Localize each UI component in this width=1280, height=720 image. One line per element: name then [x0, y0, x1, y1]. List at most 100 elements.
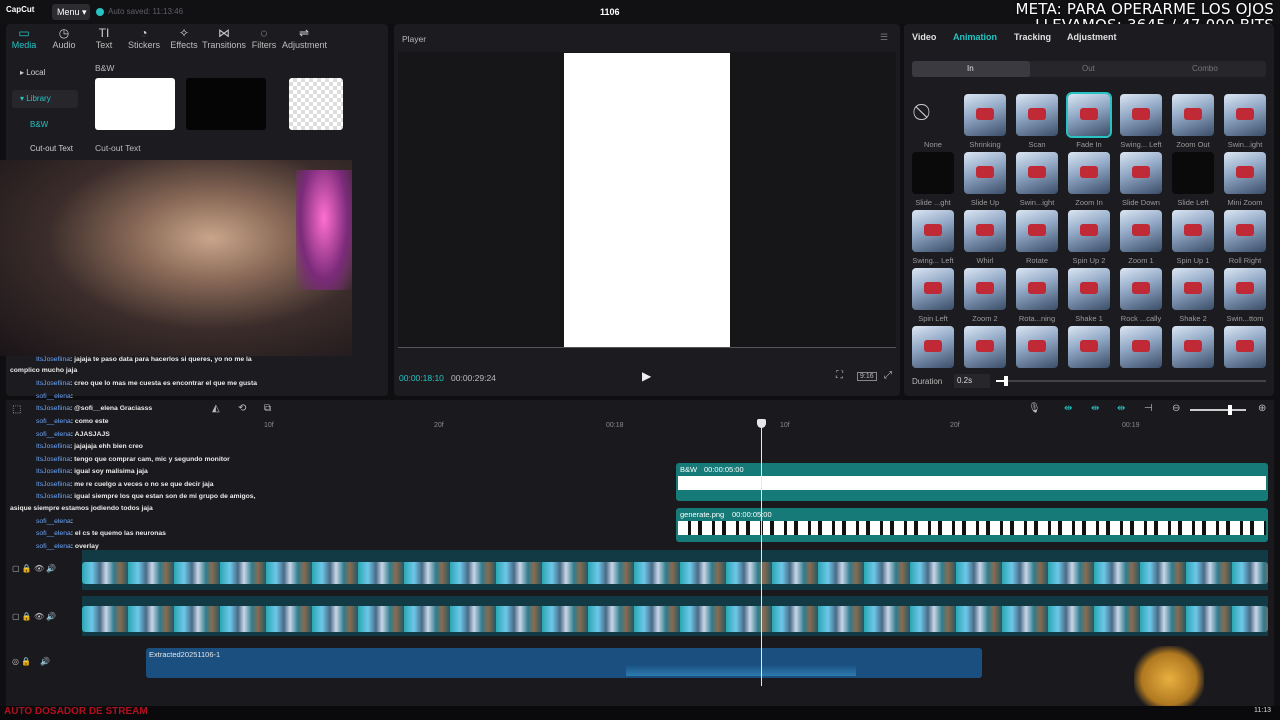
- animation-preset[interactable]: [912, 268, 954, 310]
- zoom-in-icon[interactable]: ⊕: [1258, 403, 1266, 414]
- animation-preset[interactable]: [1068, 268, 1110, 310]
- track-controls-video2[interactable]: ▢ 🔒 👁 🔊: [12, 612, 56, 621]
- animation-preset[interactable]: [1172, 152, 1214, 194]
- player-panel: Player ☰ 00:00:18:10 00:00:29:24 ▶ ⛶ 9:1…: [394, 24, 900, 396]
- animation-preset[interactable]: [1016, 326, 1058, 368]
- animation-preset[interactable]: [1016, 268, 1058, 310]
- mirror-icon[interactable]: ◭: [212, 403, 220, 414]
- animation-preset[interactable]: [1224, 326, 1266, 368]
- link-icon[interactable]: ⇹: [1091, 403, 1099, 414]
- audio-clip[interactable]: Extracted20251106-1: [146, 648, 982, 678]
- player-scrubber[interactable]: [398, 347, 896, 348]
- tab-stickers[interactable]: ◔ Stickers: [122, 26, 166, 50]
- text-clip-duration: 00:00:05:00: [704, 465, 744, 474]
- track-controls-audio[interactable]: ◎ 🔒 🔊: [12, 657, 50, 666]
- snapshot-icon[interactable]: ⛶: [836, 370, 843, 381]
- taskbar: [0, 706, 1280, 720]
- segment-in[interactable]: In: [967, 64, 974, 73]
- animation-preset[interactable]: [1172, 210, 1214, 252]
- tab-video[interactable]: Video: [912, 32, 936, 42]
- chat-message: ItsJosefiina: jajaja te paso data para h…: [36, 356, 252, 363]
- video-clip-1[interactable]: [82, 562, 1268, 584]
- playhead-handle[interactable]: [757, 419, 766, 428]
- animation-preset[interactable]: [964, 210, 1006, 252]
- crop-icon[interactable]: ⧉: [264, 403, 271, 414]
- sidebar-item-cutout-text[interactable]: Cut-out Text: [12, 140, 78, 158]
- animation-preset[interactable]: [1016, 152, 1058, 194]
- tab-transitions[interactable]: ⋈ Transitions: [202, 26, 246, 50]
- animation-preset[interactable]: ⃠: [912, 94, 954, 136]
- playhead[interactable]: [761, 420, 762, 686]
- animation-preset[interactable]: [912, 326, 954, 368]
- duration-input[interactable]: 0.2s: [954, 374, 990, 388]
- select-tool-icon[interactable]: ⬚: [12, 404, 21, 415]
- tab-adjustment[interactable]: ⇌ Adjustment: [282, 26, 328, 50]
- segment-out[interactable]: Out: [1082, 64, 1095, 73]
- animation-preset[interactable]: [1172, 94, 1214, 136]
- zoom-out-icon[interactable]: ⊖: [1172, 403, 1180, 414]
- animation-preset[interactable]: [1224, 94, 1266, 136]
- duration-slider-handle[interactable]: [1004, 376, 1008, 386]
- media-thumb-white[interactable]: [95, 78, 175, 130]
- text-icon: TI: [98, 26, 110, 40]
- animation-preset[interactable]: [964, 152, 1006, 194]
- snap-icon[interactable]: ⇹: [1064, 403, 1072, 414]
- sidebar-item-local[interactable]: ▸ Local: [12, 64, 78, 82]
- tab-tracking[interactable]: Tracking: [1014, 32, 1051, 42]
- text-clip-bw[interactable]: B&W 00:00:05:00: [676, 463, 1268, 501]
- play-button[interactable]: ▶: [642, 369, 651, 383]
- tool-label: Adjustment: [282, 40, 328, 50]
- animation-preset[interactable]: [912, 152, 954, 194]
- animation-preset[interactable]: [912, 210, 954, 252]
- segment-combo[interactable]: Combo: [1192, 64, 1218, 73]
- timeline-panel: ⬚ ◭ ⟲ ⧉ 🎙 ⇹ ⇹ ⇹ ⊣ ⊖ ⊕ 10f 20f 00:18 10f …: [6, 400, 1274, 706]
- animation-preset[interactable]: [1016, 94, 1058, 136]
- zoom-slider[interactable]: [1190, 409, 1246, 411]
- fullscreen-icon[interactable]: ⤢: [884, 370, 892, 381]
- sidebar-item-library[interactable]: ▾ Library: [12, 90, 78, 108]
- animation-preset[interactable]: [1120, 94, 1162, 136]
- project-name[interactable]: 1106: [600, 7, 620, 17]
- split-icon[interactable]: ⊣: [1144, 403, 1153, 414]
- tab-media[interactable]: ▭ Media: [2, 26, 46, 50]
- animation-preset[interactable]: [1068, 152, 1110, 194]
- player-menu-icon[interactable]: ☰: [880, 32, 888, 43]
- animation-preset[interactable]: [1120, 326, 1162, 368]
- ratio-button[interactable]: 9:16: [857, 372, 877, 381]
- microphone-icon[interactable]: 🎙: [1028, 403, 1041, 414]
- tab-filters[interactable]: ◌ Filters: [242, 26, 286, 50]
- chat-text: : me re cuelgo a veces o no se que decir…: [70, 481, 214, 488]
- rotate-icon[interactable]: ⟲: [238, 403, 246, 414]
- tab-animation[interactable]: Animation: [953, 32, 997, 42]
- tab-effects[interactable]: ✧ Effects: [162, 26, 206, 50]
- animation-preset[interactable]: [1120, 268, 1162, 310]
- tab-audio[interactable]: ◷ Audio: [42, 26, 86, 50]
- sticker-clip[interactable]: generate.png 00:00:05:00: [676, 508, 1268, 542]
- zoom-slider-handle[interactable]: [1228, 405, 1232, 415]
- duration-slider[interactable]: [996, 376, 1266, 386]
- track-controls-video1[interactable]: ▢ 🔒 👁 🔊: [12, 564, 56, 573]
- tab-adjustment[interactable]: Adjustment: [1067, 32, 1117, 42]
- media-thumb-black[interactable]: [186, 78, 266, 130]
- animation-preset[interactable]: [1120, 152, 1162, 194]
- animation-preset[interactable]: [1066, 92, 1112, 138]
- animation-preset[interactable]: [964, 94, 1006, 136]
- preview-axis-icon[interactable]: ⇹: [1117, 403, 1125, 414]
- animation-preset[interactable]: [1224, 210, 1266, 252]
- animation-preset[interactable]: [1224, 152, 1266, 194]
- animation-preset[interactable]: [1016, 210, 1058, 252]
- effects-icon: ✧: [178, 26, 190, 40]
- animation-preset[interactable]: [1068, 210, 1110, 252]
- animation-preset[interactable]: [964, 268, 1006, 310]
- animation-preset[interactable]: [1172, 326, 1214, 368]
- video-clip-2[interactable]: [82, 606, 1268, 632]
- animation-preset[interactable]: [1068, 326, 1110, 368]
- animation-preset[interactable]: [1224, 268, 1266, 310]
- sidebar-item-bw[interactable]: B&W: [12, 116, 78, 134]
- animation-preset[interactable]: [1120, 210, 1162, 252]
- animation-preset[interactable]: [964, 326, 1006, 368]
- menu-button[interactable]: Menu ▾: [52, 4, 90, 20]
- animation-preset[interactable]: [1172, 268, 1214, 310]
- media-thumb-transparent[interactable]: [289, 78, 343, 130]
- tab-text[interactable]: TI Text: [82, 26, 126, 50]
